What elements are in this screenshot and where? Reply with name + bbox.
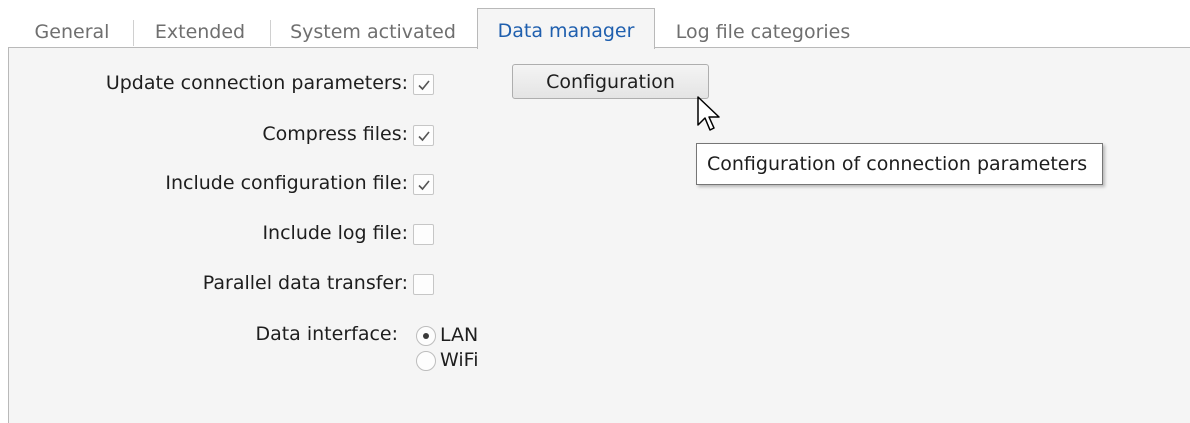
include-log-file-label: Include log file: xyxy=(262,222,408,244)
parallel-data-transfer-checkbox[interactable] xyxy=(413,274,434,295)
tab-separator xyxy=(133,20,134,46)
tab-extended[interactable]: Extended xyxy=(148,16,252,48)
checkmark-icon xyxy=(418,131,430,142)
wifi-radio-label[interactable]: WiFi xyxy=(440,349,478,371)
update-connection-parameters-label: Update connection parameters: xyxy=(105,72,408,94)
settings-window: General Extended System activated Data m… xyxy=(0,0,1190,423)
checkmark-icon xyxy=(418,80,430,91)
tab-data-manager[interactable]: Data manager xyxy=(477,8,655,49)
update-connection-parameters-checkbox[interactable] xyxy=(413,74,434,95)
lan-radio-label[interactable]: LAN xyxy=(440,324,478,346)
wifi-radio[interactable] xyxy=(416,351,436,371)
tab-strip: General Extended System activated Data m… xyxy=(8,8,1190,49)
data-manager-panel: Update connection parameters: Compress f… xyxy=(8,48,1190,423)
configuration-button[interactable]: Configuration xyxy=(512,64,709,99)
lan-radio[interactable] xyxy=(416,326,436,346)
configuration-tooltip: Configuration of connection parameters xyxy=(696,143,1103,185)
data-interface-label: Data interface: xyxy=(255,323,398,345)
radio-selected-dot xyxy=(423,333,429,339)
include-configuration-file-checkbox[interactable] xyxy=(413,174,434,195)
compress-files-checkbox[interactable] xyxy=(413,125,434,146)
parallel-data-transfer-label: Parallel data transfer: xyxy=(202,272,408,294)
tab-system-activated[interactable]: System activated xyxy=(285,16,461,48)
include-configuration-file-label: Include configuration file: xyxy=(165,172,408,194)
include-log-file-checkbox[interactable] xyxy=(413,224,434,245)
tab-general[interactable]: General xyxy=(28,16,116,48)
tab-separator xyxy=(270,20,271,46)
mouse-pointer-icon xyxy=(697,96,720,131)
checkmark-icon xyxy=(418,180,430,191)
compress-files-label: Compress files: xyxy=(262,123,408,145)
tab-log-file-categories[interactable]: Log file categories xyxy=(669,16,857,48)
